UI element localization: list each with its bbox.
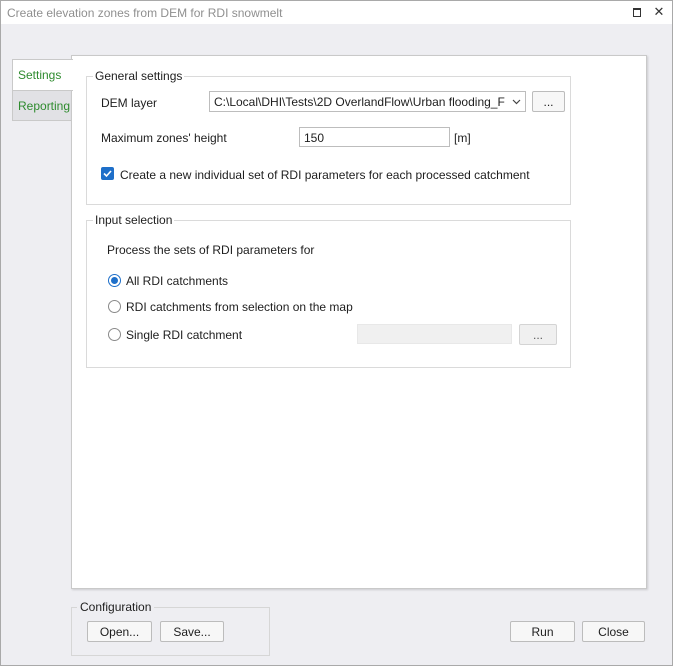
configuration-legend: Configuration xyxy=(77,600,155,614)
close-window-button[interactable]: ✕ xyxy=(651,4,667,20)
dem-layer-combobox[interactable]: C:\Local\DHI\Tests\2D OverlandFlow\Urban… xyxy=(209,91,526,112)
single-catchment-browse-label: ... xyxy=(532,327,543,342)
configuration-group: Configuration Open... Save... xyxy=(71,600,270,656)
radio-single-catchment[interactable] xyxy=(108,328,121,341)
save-config-button[interactable]: Save... xyxy=(160,621,224,642)
close-button[interactable]: Close xyxy=(582,621,645,642)
run-label: Run xyxy=(531,624,554,639)
radio-all-catchments-label[interactable]: All RDI catchments xyxy=(126,274,228,288)
tab-settings-label: Settings xyxy=(18,68,62,82)
max-height-input[interactable]: 150 xyxy=(299,127,450,147)
close-label: Close xyxy=(598,624,629,639)
save-config-label: Save... xyxy=(173,624,211,639)
max-height-label: Maximum zones' height xyxy=(101,131,227,145)
tab-reporting-label: Reporting xyxy=(18,98,71,113)
create-individual-label[interactable]: Create a new individual set of RDI param… xyxy=(120,168,530,182)
max-height-unit: [m] xyxy=(454,131,471,145)
process-label: Process the sets of RDI parameters for xyxy=(107,243,315,257)
restore-button[interactable] xyxy=(629,4,645,20)
general-settings-legend: General settings xyxy=(93,69,185,83)
settings-panel: General settings DEM layer C:\Local\DHI\… xyxy=(71,55,647,589)
radio-selection-catchments[interactable] xyxy=(108,300,121,313)
close-icon: ✕ xyxy=(653,4,665,20)
checkmark-icon xyxy=(103,170,112,178)
run-button[interactable]: Run xyxy=(510,621,575,642)
open-config-button[interactable]: Open... xyxy=(87,621,152,642)
input-selection-group: Input selection Process the sets of RDI … xyxy=(86,213,571,368)
radio-all-catchments[interactable] xyxy=(108,274,121,287)
dem-layer-value: C:\Local\DHI\Tests\2D OverlandFlow\Urban… xyxy=(214,95,505,109)
dem-layer-browse-button[interactable]: ... xyxy=(532,91,565,112)
radio-selection-catchments-label[interactable]: RDI catchments from selection on the map xyxy=(126,300,353,314)
dem-layer-browse-label: ... xyxy=(543,94,554,109)
radio-single-catchment-label[interactable]: Single RDI catchment xyxy=(126,328,242,342)
dem-layer-label: DEM layer xyxy=(101,96,158,110)
open-config-label: Open... xyxy=(99,624,140,639)
window-title: Create elevation zones from DEM for RDI … xyxy=(7,6,283,20)
single-catchment-input[interactable] xyxy=(357,324,512,344)
create-individual-checkbox[interactable] xyxy=(101,167,114,180)
dialog-window: Create elevation zones from DEM for RDI … xyxy=(0,0,673,666)
restore-icon xyxy=(633,7,641,17)
title-bar: Create elevation zones from DEM for RDI … xyxy=(1,1,672,24)
single-catchment-browse-button[interactable]: ... xyxy=(519,324,557,345)
chevron-down-icon xyxy=(512,99,521,105)
tab-settings[interactable]: Settings xyxy=(12,59,73,91)
input-selection-legend: Input selection xyxy=(93,213,175,227)
tab-reporting[interactable]: Reporting xyxy=(12,90,72,121)
general-settings-group: General settings DEM layer C:\Local\DHI\… xyxy=(86,69,571,205)
